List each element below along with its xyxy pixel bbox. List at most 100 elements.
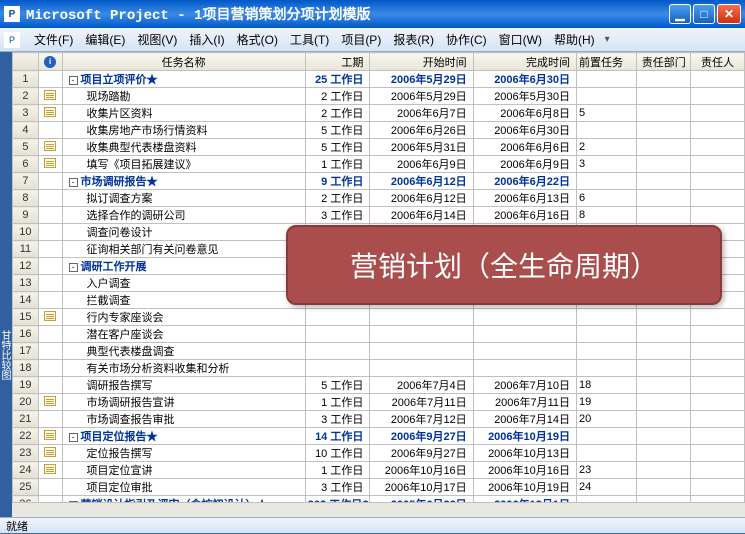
duration-cell[interactable]: [305, 326, 370, 343]
col-dept[interactable]: 责任部门: [637, 53, 691, 71]
end-cell[interactable]: 2006年6月30日: [473, 122, 576, 139]
start-cell[interactable]: 2006年6月9日: [370, 156, 473, 173]
pred-cell[interactable]: [577, 88, 637, 105]
task-name-cell[interactable]: 调研报告撰写: [62, 377, 305, 394]
end-cell[interactable]: 2006年10月19日: [473, 428, 576, 445]
start-cell[interactable]: 2006年10月16日: [370, 462, 473, 479]
pred-cell[interactable]: [577, 71, 637, 88]
task-name-cell[interactable]: 有关市场分析资料收集和分析: [62, 360, 305, 377]
table-row[interactable]: 23定位报告撰写10 工作日2006年9月27日2006年10月13日: [13, 445, 745, 462]
row-number[interactable]: 5: [13, 139, 39, 156]
duration-cell[interactable]: 3 工作日: [305, 479, 370, 496]
dept-cell[interactable]: [637, 479, 691, 496]
start-cell[interactable]: [370, 360, 473, 377]
task-name-cell[interactable]: 项目定位审批: [62, 479, 305, 496]
duration-cell[interactable]: 14 工作日: [305, 428, 370, 445]
dept-cell[interactable]: [637, 88, 691, 105]
table-row[interactable]: 1 -项目立项评价★25 工作日2006年5月29日2006年6月30日: [13, 71, 745, 88]
pred-cell[interactable]: [577, 326, 637, 343]
task-name-cell[interactable]: -项目立项评价★: [62, 71, 305, 88]
row-number[interactable]: 1: [13, 71, 39, 88]
row-number[interactable]: 25: [13, 479, 39, 496]
task-name-cell[interactable]: -项目定位报告★: [62, 428, 305, 445]
row-number[interactable]: 13: [13, 275, 39, 292]
row-number[interactable]: 9: [13, 207, 39, 224]
menu-10[interactable]: 帮助(H): [548, 30, 601, 50]
owner-cell[interactable]: [691, 122, 745, 139]
pred-cell[interactable]: 19: [577, 394, 637, 411]
row-number[interactable]: 22: [13, 428, 39, 445]
task-name-cell[interactable]: 收集片区资料: [62, 105, 305, 122]
task-name-cell[interactable]: 现场踏勘: [62, 88, 305, 105]
start-cell[interactable]: 2006年5月31日: [370, 139, 473, 156]
start-cell[interactable]: 2006年7月12日: [370, 411, 473, 428]
task-name-cell[interactable]: 征询相关部门有关问卷意见: [62, 241, 305, 258]
end-cell[interactable]: 2006年6月30日: [473, 71, 576, 88]
duration-cell[interactable]: 5 工作日: [305, 377, 370, 394]
owner-cell[interactable]: [691, 105, 745, 122]
start-cell[interactable]: [370, 309, 473, 326]
row-number[interactable]: 11: [13, 241, 39, 258]
duration-cell[interactable]: 25 工作日: [305, 71, 370, 88]
menu-5[interactable]: 工具(T): [284, 30, 335, 50]
table-row[interactable]: 7-市场调研报告★9 工作日2006年6月12日2006年6月22日: [13, 173, 745, 190]
duration-cell[interactable]: 5 工作日: [305, 139, 370, 156]
duration-cell[interactable]: 1 工作日: [305, 394, 370, 411]
minimize-button[interactable]: ▁: [669, 4, 691, 24]
table-row[interactable]: 3收集片区资料2 工作日2006年6月7日2006年6月8日5: [13, 105, 745, 122]
menu-2[interactable]: 视图(V): [131, 30, 183, 50]
row-number[interactable]: 8: [13, 190, 39, 207]
dept-cell[interactable]: [637, 360, 691, 377]
pred-cell[interactable]: 20: [577, 411, 637, 428]
table-row[interactable]: 18 有关市场分析资料收集和分析: [13, 360, 745, 377]
menu-4[interactable]: 格式(O): [231, 30, 284, 50]
owner-cell[interactable]: [691, 462, 745, 479]
outline-toggle[interactable]: -: [69, 433, 78, 442]
menu-0[interactable]: 文件(F): [28, 30, 79, 50]
owner-cell[interactable]: [691, 309, 745, 326]
pred-cell[interactable]: 24: [577, 479, 637, 496]
table-row[interactable]: 5收集典型代表楼盘资料5 工作日2006年5月31日2006年6月6日2: [13, 139, 745, 156]
table-row[interactable]: 9选择合作的调研公司3 工作日2006年6月14日2006年6月16日8: [13, 207, 745, 224]
table-row[interactable]: 25项目定位审批3 工作日2006年10月17日2006年10月19日24: [13, 479, 745, 496]
toolbar-chevron-icon[interactable]: ▾: [601, 34, 614, 45]
start-cell[interactable]: 2006年5月29日: [370, 71, 473, 88]
task-name-cell[interactable]: -调研工作开展: [62, 258, 305, 275]
pred-cell[interactable]: 5: [577, 105, 637, 122]
end-cell[interactable]: 2006年6月22日: [473, 173, 576, 190]
owner-cell[interactable]: [691, 156, 745, 173]
row-number[interactable]: 21: [13, 411, 39, 428]
dept-cell[interactable]: [637, 462, 691, 479]
owner-cell[interactable]: [691, 411, 745, 428]
table-row[interactable]: 20市场调研报告宣讲1 工作日2006年7月11日2006年7月11日19: [13, 394, 745, 411]
side-tab[interactable]: 甘特比较图: [0, 52, 12, 517]
menu-8[interactable]: 协作(C): [440, 30, 493, 50]
row-number[interactable]: 24: [13, 462, 39, 479]
menu-9[interactable]: 窗口(W): [493, 30, 548, 50]
dept-cell[interactable]: [637, 105, 691, 122]
task-name-cell[interactable]: 行内专家座谈会: [62, 309, 305, 326]
duration-cell[interactable]: [305, 343, 370, 360]
row-number[interactable]: 6: [13, 156, 39, 173]
col-rownum[interactable]: [13, 53, 39, 71]
row-number[interactable]: 18: [13, 360, 39, 377]
task-name-cell[interactable]: 收集房地产市场行情资料: [62, 122, 305, 139]
row-number[interactable]: 23: [13, 445, 39, 462]
dept-cell[interactable]: [637, 394, 691, 411]
owner-cell[interactable]: [691, 445, 745, 462]
owner-cell[interactable]: [691, 377, 745, 394]
pred-cell[interactable]: 18: [577, 377, 637, 394]
pred-cell[interactable]: [577, 343, 637, 360]
end-cell[interactable]: 2006年6月16日: [473, 207, 576, 224]
table-row[interactable]: 8拟订调查方案2 工作日2006年6月12日2006年6月13日6: [13, 190, 745, 207]
end-cell[interactable]: 2006年10月13日: [473, 445, 576, 462]
start-cell[interactable]: 2006年6月12日: [370, 190, 473, 207]
table-row[interactable]: 6填写《项目拓展建议》1 工作日2006年6月9日2006年6月9日3: [13, 156, 745, 173]
duration-cell[interactable]: [305, 360, 370, 377]
row-number[interactable]: 16: [13, 326, 39, 343]
dept-cell[interactable]: [637, 156, 691, 173]
duration-cell[interactable]: 3 工作日: [305, 207, 370, 224]
pred-cell[interactable]: 3: [577, 156, 637, 173]
col-info[interactable]: i: [38, 53, 62, 71]
col-end[interactable]: 完成时间: [473, 53, 576, 71]
